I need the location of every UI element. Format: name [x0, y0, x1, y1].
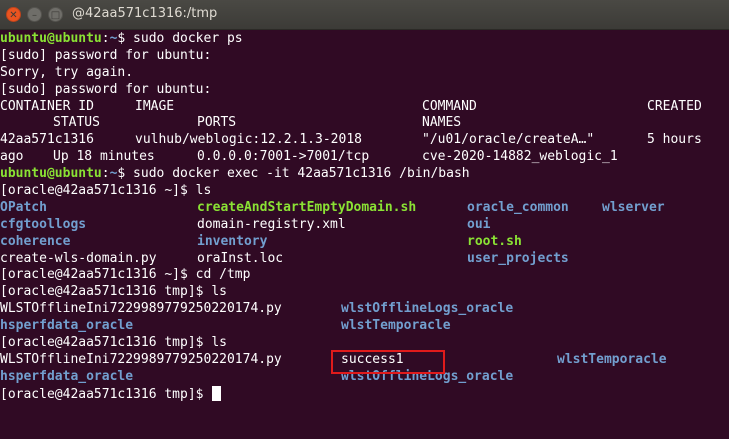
terminal-text: [oracle@42aa571c1316 ~]$ cd /tmp — [0, 267, 251, 283]
terminal-text: create-wls-domain.py — [0, 250, 157, 266]
terminal-line: WLSTOfflineIni7229989779250220174.py succ… — [0, 352, 729, 369]
terminal-text: IMAGE — [135, 98, 175, 114]
terminal-line: ubuntu@ubuntu:~$ sudo docker exec -it 42… — [0, 166, 729, 183]
terminal-line: [oracle@42aa571c1316 tmp]$ — [0, 385, 729, 403]
terminal-text: createAndStartEmptyDomain.sh — [197, 199, 417, 215]
terminal-line: hsperfdata_oracle wlstTemporacle — [0, 318, 729, 335]
terminal-line: ago Up 18 minutes 0.0.0.0:7001->7001/tcp cv… — [0, 149, 729, 166]
terminal-text: wlserver — [602, 199, 665, 215]
terminal-text: $ sudo docker ps — [117, 31, 243, 46]
terminal-text: oui — [467, 216, 491, 232]
terminal-text: hsperfdata_oracle — [0, 368, 134, 384]
terminal-line: WLSTOfflineIni7229989779250220174.py wlst… — [0, 301, 729, 318]
terminal-text: OPatch — [0, 199, 47, 215]
terminal-text: domain-registry.xml — [197, 216, 346, 232]
terminal-line: [sudo] password for ubuntu: — [0, 48, 729, 65]
terminal-text: STATUS — [53, 115, 100, 131]
terminal-line: coherence inventory root.sh — [0, 234, 729, 251]
terminal-text: [oracle@42aa571c1316 tmp]$ ls — [0, 284, 227, 300]
terminal-line: OPatch createAndStartEmptyDomain.sh oracle… — [0, 200, 729, 217]
terminal-text: vulhub/weblogic:12.2.1.3-2018 — [135, 132, 362, 148]
maximize-button[interactable]: □ — [48, 7, 63, 22]
terminal-text: 0.0.0.0:7001->7001/tcp — [197, 149, 370, 165]
window-title: @42aa571c1316:/tmp — [72, 6, 218, 21]
terminal-text: [oracle@42aa571c1316 tmp]$ ls — [0, 335, 227, 351]
terminal-line: cfgtoollogs domain-registry.xml oui — [0, 217, 729, 234]
terminal-line: ubuntu@ubuntu:~$ sudo docker ps — [0, 31, 729, 48]
terminal-line: [oracle@42aa571c1316 tmp]$ ls — [0, 335, 729, 352]
terminal-text: [sudo] password for ubuntu: — [0, 81, 212, 97]
terminal-text: $ sudo docker exec -it 42aa571c1316 /bin… — [117, 166, 470, 182]
terminal-window: ✕ – □ @42aa571c1316:/tmp ubuntu@ubuntu:~… — [0, 0, 729, 439]
terminal-line: CONTAINER ID IMAGE COMMAND CREATED — [0, 99, 729, 116]
terminal-text: root.sh — [467, 233, 522, 249]
terminal-text: wlstTemporacle — [557, 351, 667, 367]
terminal-line: STATUS PORTS NAMES — [0, 115, 729, 132]
terminal-text: wlstOfflineLogs_oracle — [341, 368, 514, 384]
title-bar[interactable]: ✕ – □ @42aa571c1316:/tmp — [0, 0, 729, 30]
terminal-text: ubuntu@ubuntu — [0, 166, 102, 182]
terminal-text: cfgtoollogs — [0, 216, 87, 232]
terminal-cursor — [212, 385, 222, 401]
terminal-text: PORTS — [197, 115, 237, 131]
close-button[interactable]: ✕ — [6, 7, 21, 22]
terminal-text: Up 18 minutes — [53, 149, 155, 165]
terminal-text: NAMES — [422, 115, 462, 131]
terminal-text: "/u01/oracle/createA…" — [422, 132, 595, 148]
terminal-text: success1 — [341, 351, 404, 367]
terminal-line: [oracle@42aa571c1316 ~]$ cd /tmp — [0, 267, 729, 284]
terminal-text: : — [101, 166, 110, 182]
terminal-text: WLSTOfflineIni7229989779250220174.py — [0, 351, 282, 367]
terminal-output[interactable]: ubuntu@ubuntu:~$ sudo docker ps [sudo] pa… — [0, 31, 729, 439]
terminal-text: wlstTemporacle — [341, 318, 451, 334]
terminal-line: create-wls-domain.py oraInst.loc user_proj… — [0, 251, 729, 268]
terminal-text: user_projects — [467, 250, 569, 266]
terminal-line: Sorry, try again. — [0, 65, 729, 82]
terminal-text: Sorry, try again. — [0, 64, 134, 80]
minimize-button[interactable]: – — [27, 7, 42, 22]
terminal-text: 5 hours — [647, 132, 702, 148]
terminal-text: [oracle@42aa571c1316 ~]$ ls — [0, 183, 212, 199]
terminal-text: inventory — [197, 233, 268, 249]
terminal-line: [oracle@42aa571c1316 ~]$ ls — [0, 183, 729, 200]
terminal-line: 42aa571c1316 vulhub/weblogic:12.2.1.3-201… — [0, 132, 729, 149]
terminal-text: CONTAINER ID — [0, 98, 94, 114]
terminal-text: CREATED — [647, 98, 702, 114]
terminal-text: wlstOfflineLogs_oracle — [341, 301, 514, 317]
terminal-text: [oracle@42aa571c1316 tmp]$ — [0, 386, 212, 402]
terminal-line: [sudo] password for ubuntu: — [0, 82, 729, 99]
terminal-text: coherence — [0, 233, 71, 249]
terminal-text: WLSTOfflineIni7229989779250220174.py — [0, 301, 282, 317]
terminal-text: COMMAND — [422, 98, 477, 114]
terminal-text: : — [101, 31, 110, 46]
terminal-line: [oracle@42aa571c1316 tmp]$ ls — [0, 284, 729, 301]
terminal-text: ubuntu@ubuntu — [0, 31, 102, 46]
terminal-text: hsperfdata_oracle — [0, 318, 134, 334]
terminal-text: oracle_common — [467, 199, 569, 215]
terminal-line: hsperfdata_oracle wlstOfflineLogs_oracle — [0, 369, 729, 386]
terminal-text: oraInst.loc — [197, 250, 284, 266]
terminal-text: ago — [0, 149, 24, 165]
terminal-text: [sudo] password for ubuntu: — [0, 47, 212, 63]
terminal-text: cve-2020-14882_weblogic_1 — [422, 149, 618, 165]
terminal-text: 42aa571c1316 — [0, 132, 94, 148]
